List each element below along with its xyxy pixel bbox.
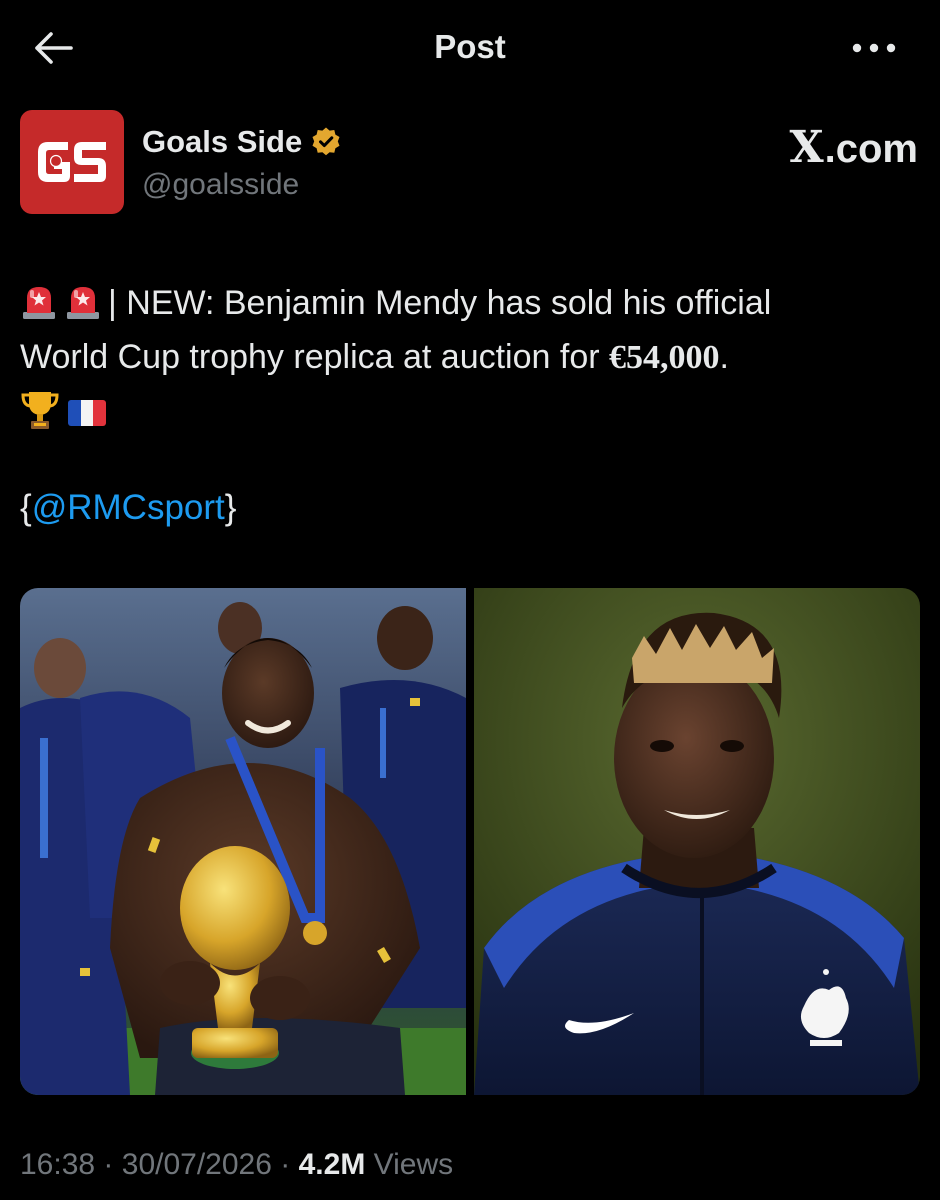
verified-badge-icon [312, 127, 340, 156]
avatar[interactable] [20, 110, 124, 214]
more-horizontal-icon [852, 43, 896, 53]
france-flag-emoji [68, 400, 106, 426]
post-text-line2-end: . [719, 338, 729, 376]
media-photo-trophy-celebration[interactable] [20, 588, 466, 1095]
source-credit: {@RMCsport} [20, 488, 236, 528]
views-count[interactable]: 4.2M [299, 1148, 366, 1181]
post-time: 16:38 [20, 1148, 96, 1181]
post-author: Goals Side @goalsside X .com [20, 110, 920, 220]
post-text-line1: | NEW: Benjamin Mendy has sold his offic… [108, 284, 772, 322]
police-light-emoji [67, 287, 99, 319]
goals-side-logo [38, 142, 106, 182]
media-grid [20, 588, 920, 1095]
police-light-emoji [23, 287, 55, 319]
media-photo-portrait[interactable] [474, 588, 920, 1095]
display-name[interactable]: Goals Side [142, 124, 302, 160]
post-text: | NEW: Benjamin Mendy has sold his offic… [20, 276, 920, 439]
display-name-row[interactable]: Goals Side [142, 124, 342, 160]
trophy-emoji [21, 392, 59, 429]
views-label: Views [373, 1148, 454, 1181]
x-brand-watermark: X .com [790, 122, 919, 173]
brand-suffix: .com [824, 127, 918, 171]
mention-link[interactable]: @RMCsport [32, 488, 225, 527]
source-brace-open: { [20, 488, 32, 527]
more-options-button[interactable] [848, 26, 900, 70]
meta-separator: · [280, 1148, 291, 1181]
top-bar: Post [0, 0, 940, 100]
post-meta: 16:38 · 30/07/2026 · 4.2M Views [20, 1148, 453, 1182]
page-title: Post [434, 28, 506, 65]
price-value: €54,000 [609, 339, 720, 376]
x-logo-icon: X [789, 122, 824, 173]
photo-trophy-celebration [20, 588, 466, 1095]
photo-portrait [474, 588, 920, 1095]
meta-separator: · [103, 1148, 114, 1181]
source-brace-close: } [224, 488, 237, 527]
post-date: 30/07/2026 [121, 1148, 272, 1181]
post-text-line2: World Cup trophy replica at auction for [20, 338, 609, 376]
user-handle[interactable]: @goalsside [142, 168, 299, 202]
